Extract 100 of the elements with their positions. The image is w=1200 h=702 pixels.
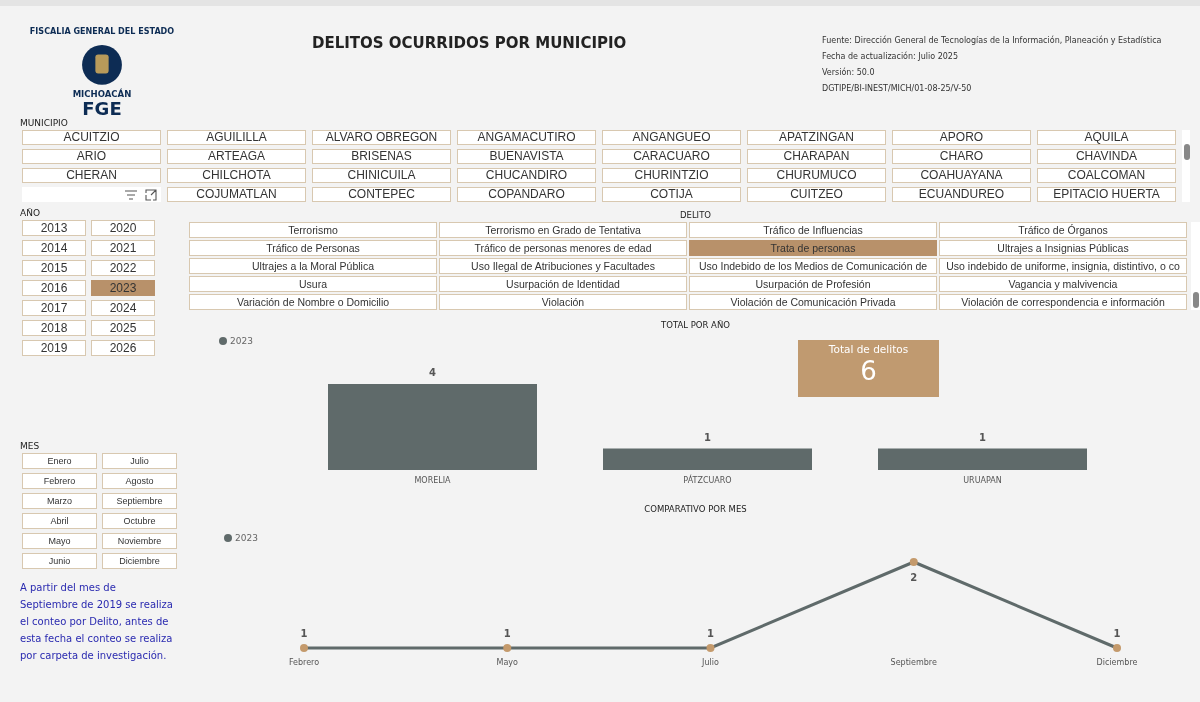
year-option[interactable]: 2026	[91, 340, 155, 356]
month-option[interactable]: Marzo	[22, 493, 97, 509]
year-option[interactable]: 2017	[22, 300, 86, 316]
municipio-option[interactable]: COAHUAYANA	[892, 168, 1031, 183]
crest-icon	[95, 54, 109, 74]
legend-item: 2023	[219, 336, 253, 346]
month-option[interactable]: Diciembre	[102, 553, 177, 569]
delito-option[interactable]: Uso indebido de uniforme, insignia, distintivo, o co	[939, 258, 1187, 274]
municipio-option[interactable]: AQUILA	[1037, 130, 1176, 145]
year-option[interactable]: 2016	[22, 280, 86, 296]
delito-option[interactable]: Ultrajes a la Moral Pública	[189, 258, 437, 274]
month-option[interactable]: Enero	[22, 453, 97, 469]
year-option[interactable]: 2018	[22, 320, 86, 336]
info-text: Fuente: Dirección General de Tecnologías de la Información, Planeación y Estadística	[822, 34, 1162, 47]
municipio-option[interactable]: CHILCHOTA	[167, 168, 306, 183]
month-option[interactable]: Noviembre	[102, 533, 177, 549]
municipio-option[interactable]: CHARO	[892, 149, 1031, 164]
year-option[interactable]: 2025	[91, 320, 155, 336]
info-text: DGTIPE/BI-INEST/MICH/01-08-25/V-50	[822, 83, 973, 95]
delito-option[interactable]: Usura	[189, 276, 437, 292]
axis-label: Febrero	[288, 658, 320, 667]
municipio-option[interactable]: COJUMATLAN	[167, 187, 306, 202]
year-option[interactable]: 2015	[22, 260, 86, 276]
municipio-option[interactable]: CHARAPAN	[747, 149, 886, 164]
section-label: MUNICIPIO	[20, 118, 69, 128]
scrollbar[interactable]	[1182, 130, 1190, 202]
municipio-option[interactable]: COPANDARO	[457, 187, 596, 202]
info-text: Fecha de actualización: Julio 2025	[822, 50, 959, 63]
municipio-option[interactable]: EPITACIO HUERTA	[1037, 187, 1176, 202]
municipio-option[interactable]: CARACUARO	[602, 149, 741, 164]
municipio-option[interactable]: COTIJA	[602, 187, 741, 202]
expand-icon[interactable]	[145, 188, 157, 201]
month-option[interactable]: Octubre	[102, 513, 177, 529]
municipio-option[interactable]: ANGAMACUTIRO	[457, 130, 596, 145]
municipio-option[interactable]: CUITZEO	[747, 187, 886, 202]
municipio-option[interactable]: ARTEAGA	[167, 149, 306, 164]
delito-option[interactable]: Violación	[439, 294, 687, 310]
municipio-option[interactable]: CHURUMUCO	[747, 168, 886, 183]
month-option[interactable]: Mayo	[22, 533, 97, 549]
data-label: 4	[429, 367, 436, 378]
municipio-option[interactable]: BUENAVISTA	[457, 149, 596, 164]
month-option[interactable]: Febrero	[22, 473, 97, 489]
municipio-option[interactable]: APATZINGAN	[747, 130, 886, 145]
delito-option[interactable]: Terrorismo en Grado de Tentativa	[439, 222, 687, 238]
axis-label: URUAPAN	[963, 476, 1002, 485]
delito-option[interactable]: Terrorismo	[189, 222, 437, 238]
municipio-option[interactable]: ECUANDUREO	[892, 187, 1031, 202]
data-label: 1	[707, 628, 714, 639]
delito-option[interactable]: Violación de Comunicación Privada	[689, 294, 937, 310]
municipio-option[interactable]: ALVARO OBREGON	[312, 130, 451, 145]
data-point	[706, 644, 715, 652]
delito-option[interactable]: Uso Indebido de los Medios de Comunicación de	[689, 258, 937, 274]
kpi-label: Total de delitos	[828, 343, 909, 355]
year-option[interactable]: 2024	[91, 300, 155, 316]
municipio-option[interactable]: CHERAN	[22, 168, 161, 183]
municipio-option[interactable]: CHINICUILA	[312, 168, 451, 183]
data-label: 1	[979, 431, 986, 443]
municipio-option[interactable]: BRISENAS	[312, 149, 451, 164]
section-label: AÑO	[20, 208, 41, 218]
delito-option[interactable]: Uso Ilegal de Atribuciones y Facultades	[439, 258, 687, 274]
delito-option[interactable]: Tráfico de personas menores de edad	[439, 240, 687, 256]
filter-icon[interactable]	[125, 189, 137, 200]
year-option[interactable]: 2022	[91, 260, 155, 276]
municipio-option[interactable]: CHAVINDA	[1037, 149, 1176, 164]
delito-option[interactable]: Tráfico de Órganos	[939, 222, 1187, 238]
month-option[interactable]: Abril	[22, 513, 97, 529]
municipio-option[interactable]: CHUCANDIRO	[457, 168, 596, 183]
year-option[interactable]: 2013	[22, 220, 86, 236]
logo-state-text: MICHOACÁN	[72, 89, 132, 100]
year-option[interactable]: 2023	[91, 280, 155, 296]
delito-option[interactable]: Vagancia y malvivencia	[939, 276, 1187, 292]
municipio-option[interactable]: COALCOMAN	[1037, 168, 1176, 183]
scrollbar[interactable]	[1191, 222, 1200, 310]
municipio-option[interactable]: CHURINTZIO	[602, 168, 741, 183]
chart-title: TOTAL POR AÑO	[660, 320, 731, 330]
year-option[interactable]: 2021	[91, 240, 155, 256]
month-option[interactable]: Junio	[22, 553, 97, 569]
municipio-option[interactable]: ARIO	[22, 149, 161, 164]
delito-option[interactable]: Usurpación de Profesión	[689, 276, 937, 292]
delito-option[interactable]: Usurpación de Identidad	[439, 276, 687, 292]
municipio-option[interactable]: ANGANGUEO	[602, 130, 741, 145]
municipio-option[interactable]: APORO	[892, 130, 1031, 145]
municipio-option[interactable]: ACUITZIO	[22, 130, 161, 145]
municipio-option[interactable]: CONTEPEC	[312, 187, 451, 202]
municipio-option[interactable]: AGUILILLA	[167, 130, 306, 145]
month-option[interactable]: Agosto	[102, 473, 177, 489]
axis-label: Diciembre	[1096, 658, 1138, 667]
delito-option[interactable]: Violación de correspondencia e información	[939, 294, 1187, 310]
delito-option[interactable]: Ultrajes a Insignias Públicas	[939, 240, 1187, 256]
year-option[interactable]: 2014	[22, 240, 86, 256]
delito-option[interactable]: Trata de personas	[689, 240, 937, 256]
year-option[interactable]: 2019	[22, 340, 86, 356]
delito-option[interactable]: Variación de Nombre o Domicilio	[189, 294, 437, 310]
delito-option[interactable]: Tráfico de Personas	[189, 240, 437, 256]
data-label: 1	[503, 628, 511, 639]
delito-option[interactable]: Tráfico de Influencias	[689, 222, 937, 238]
page-title: DELITOS OCURRIDOS POR MUNICIPIO	[312, 34, 628, 52]
month-option[interactable]: Septiembre	[102, 493, 177, 509]
year-option[interactable]: 2020	[91, 220, 155, 236]
month-option[interactable]: Julio	[102, 453, 177, 469]
